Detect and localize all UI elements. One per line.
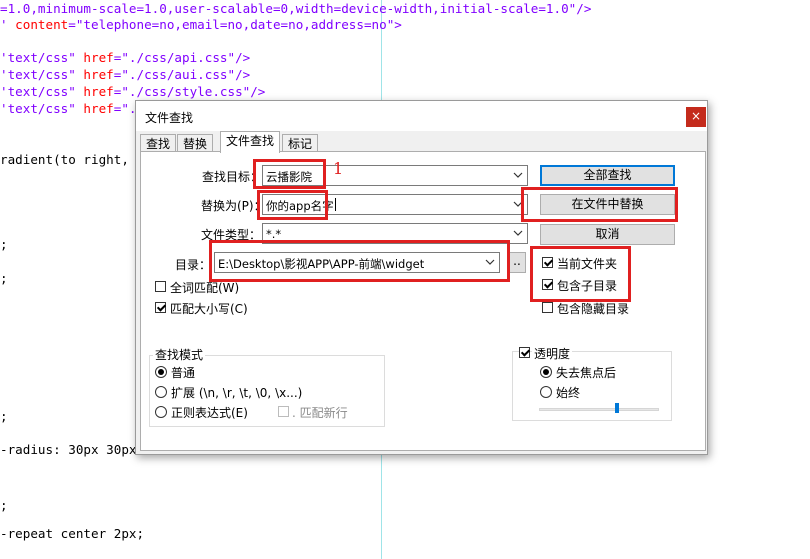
code-line: -radius: 30px 30px (0, 441, 136, 458)
code-token: ; (0, 271, 8, 286)
code-token: ' (0, 17, 16, 32)
dot-newline-checkbox[interactable] (278, 406, 289, 417)
on-lose-focus-radio[interactable] (540, 366, 552, 378)
code-token: content (15, 17, 69, 32)
directory-input[interactable]: E:\Desktop\影视APP\APP-前端\widget (214, 252, 500, 273)
tab-panel: 查找目标： 云播影院 替换为(P)： 你的app名字 文件类型： *.* 目录：… (140, 151, 706, 451)
in-subfolders-checkbox[interactable] (542, 279, 553, 290)
transparency-slider-thumb[interactable] (615, 403, 619, 413)
replace-input[interactable]: 你的app名字 (262, 194, 528, 215)
dialog-title: 文件查找 (145, 111, 194, 125)
chevron-down-icon[interactable] (512, 197, 524, 211)
directory-value: E:\Desktop\影视APP\APP-前端\widget (218, 257, 425, 271)
search-mode-regex-label: 正则表达式(E) (171, 406, 248, 420)
always-radio[interactable] (540, 386, 552, 398)
replace-label: 替换为(P)： (201, 199, 266, 213)
code-token: =". (113, 101, 137, 116)
find-all-button[interactable]: 全部查找 (540, 165, 675, 186)
cancel-button[interactable]: 取消 (540, 224, 675, 245)
in-hidden-folders-label: 包含隐藏目录 (557, 302, 630, 316)
tab-find-in-files[interactable]: 文件查找 (220, 131, 281, 153)
chevron-down-icon[interactable] (484, 255, 496, 269)
code-token: ; (0, 237, 8, 252)
transparency-checkbox[interactable] (519, 347, 530, 358)
search-mode-normal-radio[interactable] (155, 366, 167, 378)
code-line: 'text/css" href="./css/aui.css"/> (0, 66, 250, 83)
tab-replace[interactable]: 替换 (177, 134, 214, 152)
code-token: 'text/css" (0, 50, 84, 65)
code-line: ; (0, 408, 8, 425)
find-label: 查找目标： (202, 170, 263, 184)
text-cursor (335, 198, 336, 211)
code-line: 'text/css" href="./css/api.css"/> (0, 49, 250, 66)
search-mode-normal-label: 普通 (171, 366, 196, 380)
code-token: =1.0,minimum-scale=1.0,user-scalable=0,w… (0, 1, 592, 16)
transparency-slider-track[interactable] (539, 408, 659, 411)
search-mode-title: 查找模式 (153, 346, 206, 363)
code-line: radient(to right, (0, 151, 129, 168)
code-token: ="./css/aui.css"/> (113, 67, 251, 82)
transparency-title: 透明度 (532, 345, 573, 362)
tab-find[interactable]: 查找 (140, 134, 177, 152)
in-hidden-folders-checkbox[interactable] (542, 302, 553, 313)
chevron-down-icon[interactable] (512, 168, 524, 182)
code-token: 'text/css" (0, 84, 84, 99)
code-token: href (83, 84, 114, 99)
code-token: ; (0, 409, 8, 424)
dot-newline-label: . 匹配新行 (292, 406, 348, 420)
search-mode-extended-label: 扩展 (\n, \r, \t, \0, \x...) (171, 386, 303, 400)
replace-value: 你的app名字 (266, 199, 334, 213)
match-case-checkbox[interactable] (155, 302, 166, 313)
in-subfolders-label: 包含子目录 (557, 279, 618, 293)
close-icon: × (690, 109, 702, 123)
chevron-down-icon[interactable] (512, 226, 524, 240)
whole-word-checkbox[interactable] (155, 281, 166, 292)
directory-label: 目录： (175, 258, 212, 272)
code-token: -radius: 30px 30px (0, 442, 137, 457)
filter-value: *.* (266, 227, 282, 241)
code-line: ; (0, 270, 8, 287)
code-line: 'text/css" href=". (0, 100, 137, 117)
code-token: ="telephone=no,email=no,date=no,address=… (68, 17, 402, 32)
code-token: ="./css/api.css"/> (113, 50, 251, 65)
find-in-files-dialog: 文件查找 × 查找 替换 文件查找 标记 查找目标： 云播影院 替换为(P)： … (135, 100, 708, 455)
code-line: -repeat center 2px; (0, 525, 144, 542)
code-token: 'text/css" (0, 101, 84, 116)
code-token: ="./css/style.css"/> (113, 84, 266, 99)
code-token: -repeat center 2px; (0, 526, 145, 541)
on-lose-focus-label: 失去焦点后 (556, 366, 617, 380)
code-token: ; (0, 498, 8, 513)
filter-label: 文件类型： (201, 228, 262, 242)
code-token: href (83, 101, 114, 116)
match-case-label: 匹配大小写(C) (170, 302, 248, 316)
browse-button[interactable]: .. (508, 252, 526, 273)
replace-in-files-button[interactable]: 在文件中替换 (540, 194, 675, 215)
code-token: href (83, 67, 114, 82)
code-line: =1.0,minimum-scale=1.0,user-scalable=0,w… (0, 0, 591, 17)
code-token: radient(to right, (0, 152, 129, 167)
code-token: 'text/css" (0, 67, 84, 82)
annotation-number: 1 (333, 159, 344, 178)
code-line: ; (0, 497, 8, 514)
close-button[interactable]: × (686, 107, 706, 127)
search-mode-regex-radio[interactable] (155, 406, 167, 418)
tab-mark[interactable]: 标记 (282, 134, 319, 152)
find-value: 云播影院 (266, 170, 312, 184)
code-line: 'text/css" href="./css/style.css"/> (0, 83, 265, 100)
code-line: ' content="telephone=no,email=no,date=no… (0, 16, 402, 33)
code-token: href (83, 50, 114, 65)
find-input[interactable]: 云播影院 (262, 165, 528, 186)
search-mode-extended-radio[interactable] (155, 386, 167, 398)
always-label: 始终 (556, 386, 581, 400)
follow-current-folder-label: 当前文件夹 (557, 257, 618, 271)
follow-current-folder-checkbox[interactable] (542, 257, 553, 268)
code-line: ; (0, 236, 8, 253)
dialog-titlebar[interactable]: 文件查找 × (136, 101, 707, 131)
whole-word-label: 全词匹配(W) (170, 281, 240, 295)
filter-input[interactable]: *.* (262, 223, 528, 244)
